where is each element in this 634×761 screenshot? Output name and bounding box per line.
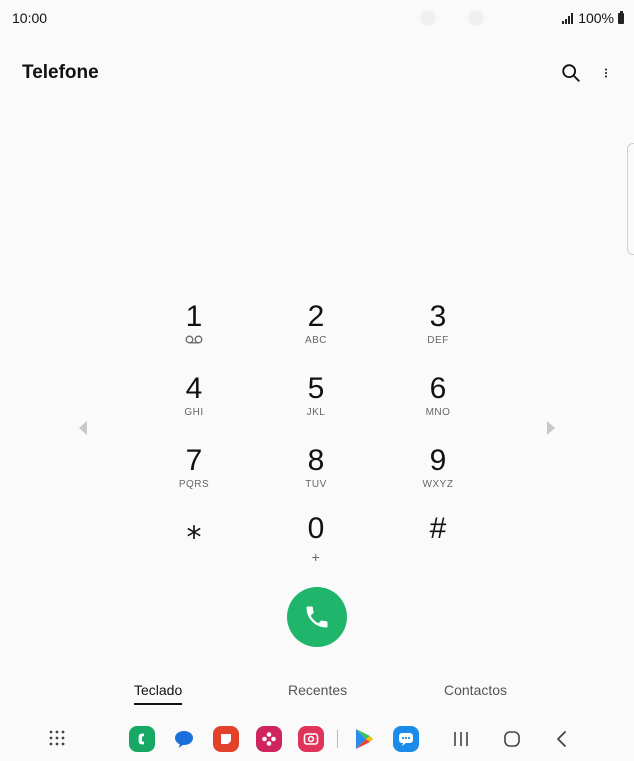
tab-contactos[interactable]: Contactos (444, 682, 507, 698)
edge-panel-handle[interactable] (627, 143, 634, 255)
key-letters: WXYZ (422, 479, 454, 490)
key-digit: 4 (185, 372, 203, 405)
key-8[interactable]: 8 TUV (256, 444, 376, 514)
home-button[interactable] (503, 730, 521, 748)
key-0[interactable]: 0 + (256, 512, 376, 582)
back-button[interactable] (555, 730, 569, 748)
key-digit: 6 (429, 372, 447, 405)
call-button[interactable] (287, 587, 347, 647)
key-letters: GHI (184, 407, 204, 418)
key-digit: 8 (307, 444, 325, 477)
header-actions (560, 62, 612, 84)
battery-icon (618, 10, 624, 24)
key-2[interactable]: 2 ABC (256, 300, 376, 370)
key-star[interactable]: ⁎ (134, 512, 254, 582)
key-4[interactable]: 4 GHI (134, 372, 254, 442)
tab-label: Contactos (444, 682, 508, 698)
key-digit: 9 (429, 444, 447, 477)
key-digit: 0 (307, 512, 325, 545)
key-7[interactable]: 7 PQRS (134, 444, 254, 514)
status-bar: 10:00 100% (0, 0, 634, 36)
key-letters: MNO (425, 407, 451, 418)
key-5[interactable]: 5 JKL (256, 372, 376, 442)
camera-app-icon[interactable] (298, 726, 324, 752)
battery-percent: 100% (578, 10, 614, 26)
play-store-icon[interactable] (351, 726, 377, 752)
key-digit: ⁎ (186, 512, 202, 545)
tab-label: Teclado (134, 682, 183, 698)
search-icon[interactable] (560, 62, 582, 84)
key-hash[interactable]: # (378, 512, 498, 582)
phone-app-icon[interactable] (129, 726, 155, 752)
apps-grid-icon[interactable] (48, 729, 66, 747)
key-9[interactable]: 9 WXYZ (378, 444, 498, 514)
status-time: 10:00 (12, 10, 48, 26)
page-title: Telefone (22, 62, 99, 83)
messages-app-icon[interactable] (171, 726, 197, 752)
key-3[interactable]: 3 DEF (378, 300, 498, 370)
more-vertical-icon[interactable] (600, 62, 612, 84)
dock-divider (337, 730, 338, 748)
signal-icon (562, 12, 574, 24)
chat-app-icon[interactable] (393, 726, 419, 752)
key-letters: JKL (306, 407, 326, 418)
tab-recentes[interactable]: Recentes (288, 682, 347, 698)
key-digit: # (429, 512, 447, 545)
tab-teclado[interactable]: Teclado (134, 682, 183, 705)
navigation-bar (0, 720, 634, 761)
key-letters: ABC (304, 335, 328, 346)
key-letters: PQRS (178, 479, 210, 490)
key-1[interactable]: 1 (134, 300, 254, 370)
gallery-app-icon[interactable] (256, 726, 282, 752)
key-letters: DEF (427, 335, 449, 346)
key-digit: 1 (185, 300, 203, 333)
arrow-left-icon[interactable] (76, 418, 90, 438)
key-digit: 5 (307, 372, 325, 405)
key-digit: 2 (307, 300, 325, 333)
recents-button[interactable] (452, 730, 470, 748)
key-digit: 3 (429, 300, 447, 333)
key-digit: 7 (185, 444, 203, 477)
status-indicators: 100% (562, 10, 624, 26)
arrow-right-icon[interactable] (544, 418, 558, 438)
key-letters: + (311, 549, 321, 565)
bottom-tabs: Teclado Recentes Contactos (0, 680, 634, 708)
camera-cutout (420, 10, 500, 26)
key-letters: TUV (305, 479, 327, 490)
key-6[interactable]: 6 MNO (378, 372, 498, 442)
voicemail-icon (185, 335, 203, 344)
notes-app-icon[interactable] (213, 726, 239, 752)
tab-active-indicator (134, 703, 183, 705)
phone-icon (306, 606, 328, 628)
tab-label: Recentes (288, 682, 348, 698)
